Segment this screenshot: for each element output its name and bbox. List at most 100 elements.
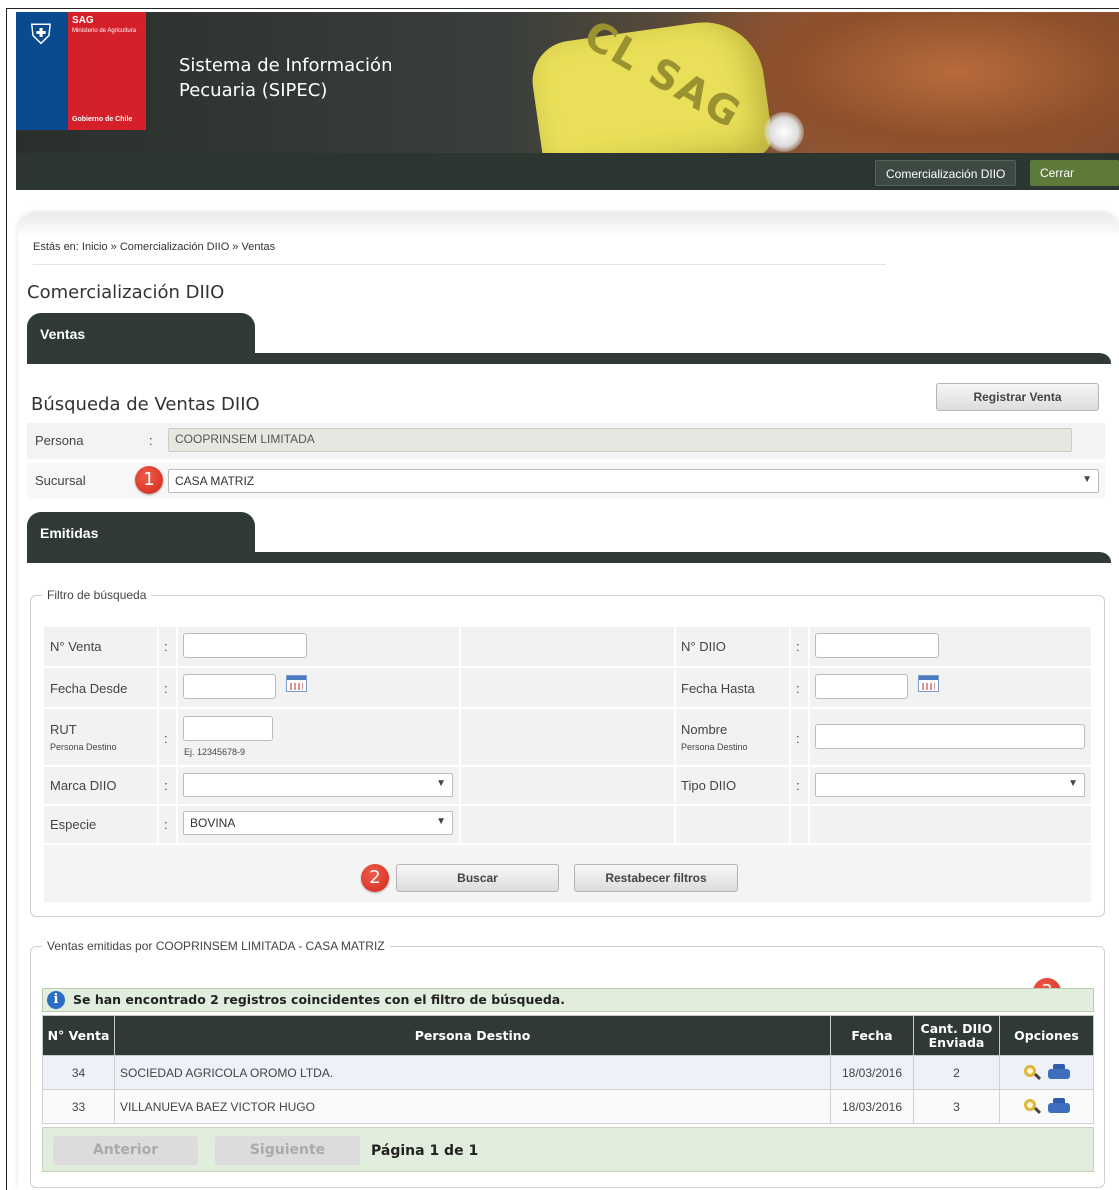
system-title: Sistema de Información Pecuaria (SIPEC): [179, 53, 392, 103]
results-count-text: Se han encontrado 2 registros coincident…: [73, 992, 565, 1007]
colon: :: [796, 778, 800, 793]
tab-underline: [27, 353, 1111, 364]
cell-fecha: 18/03/2016: [830, 1089, 914, 1124]
page-title: Comercialización DIIO: [27, 282, 225, 303]
col-fecha[interactable]: Fecha: [830, 1015, 914, 1056]
n-diio-label: N° DIIO: [681, 639, 726, 654]
system-title-line2: Pecuaria (SIPEC): [179, 80, 328, 101]
especie-select[interactable]: BOVINA ▼: [183, 811, 453, 835]
persona-label: Persona: [35, 433, 84, 448]
search-button[interactable]: Buscar: [396, 864, 559, 892]
especie-value: BOVINA: [190, 816, 236, 830]
colon: :: [796, 639, 800, 654]
grid-divider: [157, 627, 159, 843]
sucursal-label: Sucursal: [35, 473, 86, 488]
table-row: 33 VILLANUEVA BAEZ VICTOR HUGO 18/03/201…: [42, 1089, 1094, 1124]
fecha-desde-input[interactable]: [183, 674, 276, 699]
logout-button[interactable]: Cerrar sesión: [1030, 160, 1119, 206]
table-header-row: N° Venta Persona Destino Fecha Cant. DII…: [42, 1015, 1094, 1056]
cell-options: [999, 1089, 1094, 1124]
colon: :: [164, 817, 168, 832]
calendar-icon[interactable]: [286, 675, 307, 692]
chevron-down-icon: ▼: [1082, 474, 1092, 485]
rut-hint: Ej. 12345678-9: [184, 747, 246, 757]
col-n-venta[interactable]: N° Venta: [42, 1015, 115, 1056]
nav-comercializacion-button[interactable]: Comercialización DIIO: [875, 160, 1017, 186]
banner-highlight: [764, 112, 804, 152]
n-venta-input[interactable]: [183, 633, 307, 658]
frame-border-top: [6, 8, 1119, 9]
colon: :: [164, 681, 168, 696]
register-sale-button[interactable]: Registrar Venta: [936, 383, 1099, 411]
cell-n-venta: 33: [42, 1089, 115, 1124]
frame-border-left: [6, 8, 7, 1190]
grid-divider: [674, 627, 676, 843]
cell-persona: SOCIEDAD AGRICOLA OROMO LTDA.: [114, 1055, 831, 1090]
reset-filters-button[interactable]: Restabecer filtros: [574, 864, 738, 892]
filter-button-row: [44, 845, 1091, 902]
view-detail-icon[interactable]: [1023, 1064, 1041, 1082]
tab-underline-sub: [27, 552, 1111, 563]
colon: :: [796, 731, 800, 746]
col-opciones: Opciones: [999, 1015, 1094, 1056]
print-icon[interactable]: [1047, 1064, 1070, 1081]
grid-divider: [459, 627, 461, 843]
chevron-down-icon: ▼: [1068, 778, 1078, 789]
n-diio-input[interactable]: [815, 633, 939, 658]
col-persona-destino[interactable]: Persona Destino: [114, 1015, 831, 1056]
tab-bar-main: Ventas: [27, 313, 1111, 365]
previous-page-button[interactable]: Anterior: [53, 1136, 198, 1165]
chevron-down-icon: ▼: [436, 816, 446, 827]
coat-of-arms-icon: ⛨: [30, 19, 52, 50]
content-panel-top: [18, 214, 1119, 238]
grid-divider: [808, 627, 810, 843]
calendar-icon[interactable]: [918, 675, 939, 692]
sucursal-row: Sucursal CASA MATRIZ ▼: [27, 463, 1105, 499]
tipo-diio-select[interactable]: ▼: [815, 773, 1085, 797]
fecha-desde-label: Fecha Desde: [50, 681, 128, 696]
tab-bar-sub: Emitidas: [27, 512, 1111, 564]
grid-divider: [789, 627, 791, 843]
cell-cant: 2: [913, 1055, 1000, 1090]
logo-agency: SAG: [72, 15, 94, 26]
page-indicator: Página 1 de 1: [371, 1143, 479, 1159]
colon: :: [164, 639, 168, 654]
sag-logo[interactable]: ⛨ SAG Ministerio de Agricultura Gobierno…: [16, 12, 146, 130]
rut-input[interactable]: [183, 716, 273, 741]
marca-diio-label: Marca DIIO: [50, 778, 117, 793]
print-icon[interactable]: [1047, 1098, 1070, 1115]
nombre-input[interactable]: [815, 724, 1085, 749]
cell-n-venta: 34: [42, 1055, 115, 1090]
table-row: 34 SOCIEDAD AGRICOLA OROMO LTDA. 18/03/2…: [42, 1055, 1094, 1090]
fecha-hasta-input[interactable]: [815, 674, 908, 699]
marca-diio-select[interactable]: ▼: [183, 773, 453, 797]
step-badge-2: 2: [361, 864, 389, 892]
info-icon: i: [47, 991, 65, 1009]
cell-fecha: 18/03/2016: [830, 1055, 914, 1090]
rut-label: RUT: [50, 722, 77, 737]
persona-row: Persona : COOPRINSEM LIMITADA: [27, 423, 1105, 459]
rut-sublabel: Persona Destino: [50, 742, 117, 752]
logo-government: Gobierno de Chile: [72, 116, 133, 123]
colon: :: [796, 681, 800, 696]
cell-cant: 3: [913, 1089, 1000, 1124]
col-cant-diio[interactable]: Cant. DIIO Enviada: [913, 1015, 1000, 1056]
n-venta-label: N° Venta: [50, 639, 102, 654]
results-table: N° Venta Persona Destino Fecha Cant. DII…: [42, 1015, 1094, 1124]
persona-field: COOPRINSEM LIMITADA: [168, 428, 1072, 452]
nombre-label: Nombre: [681, 722, 728, 737]
top-nav-bar: Comercialización DIIO Cerrar sesión: [16, 153, 1119, 206]
results-legend: Ventas emitidas por COOPRINSEM LIMITADA …: [42, 939, 390, 953]
tab-emitidas[interactable]: Emitidas: [27, 512, 255, 556]
breadcrumb: Estás en: Inicio » Comercialización DIIO…: [33, 241, 276, 253]
sucursal-value: CASA MATRIZ: [175, 474, 255, 488]
view-detail-icon[interactable]: [1023, 1098, 1041, 1116]
chevron-down-icon: ▼: [436, 778, 446, 789]
next-page-button[interactable]: Siguiente: [215, 1136, 360, 1165]
logo-ministry: Ministerio de Agricultura: [72, 28, 137, 34]
sucursal-select[interactable]: CASA MATRIZ ▼: [168, 469, 1099, 493]
persona-colon: :: [149, 433, 153, 448]
nombre-sublabel: Persona Destino: [681, 742, 748, 752]
system-title-line1: Sistema de Información: [179, 55, 393, 76]
tab-ventas[interactable]: Ventas: [27, 313, 255, 357]
